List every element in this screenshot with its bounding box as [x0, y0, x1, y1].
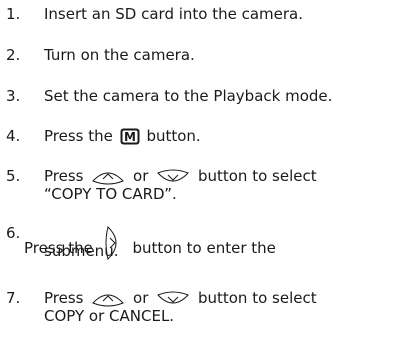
step-number: 2.: [6, 46, 21, 64]
step-number: 3.: [6, 87, 21, 105]
step-text-before: Press: [44, 167, 84, 185]
step-text: Set the camera to the Playback mode.: [44, 87, 333, 105]
m-button-icon: M: [120, 128, 140, 145]
step-text: Press the M button.: [44, 128, 201, 145]
step-text-after: button to select: [197, 289, 317, 307]
step-text-before: Press the: [44, 127, 113, 145]
step-text-before: Press: [44, 289, 84, 307]
or-text: or: [133, 167, 149, 185]
step-number: 6.: [6, 224, 21, 242]
step-text-line2: submenu.: [44, 242, 119, 260]
step-text: Press or button to select: [44, 168, 317, 185]
instruction-list: 1. Insert an SD card into the camera. 2.…: [0, 0, 395, 349]
or-text: or: [133, 289, 149, 307]
step-number: 7.: [6, 289, 21, 307]
step-text: Insert an SD card into the camera.: [44, 5, 304, 23]
up-button-icon: [91, 169, 125, 185]
step-text-after: button.: [146, 127, 201, 145]
down-button-icon: [156, 291, 190, 307]
step-text: Press or button to select: [44, 290, 317, 307]
step-number: 4.: [6, 127, 21, 145]
step-text-line2: COPY or CANCEL.: [44, 307, 175, 325]
down-button-icon: [156, 169, 190, 185]
step-number: 1.: [6, 5, 21, 23]
m-letter: M: [124, 130, 136, 144]
step-number: 5.: [6, 167, 21, 185]
step-text-after: button to enter the: [132, 239, 276, 257]
step-text-after: button to select: [197, 167, 317, 185]
step-text-line2: “COPY TO CARD”.: [44, 185, 177, 203]
step-text: Turn on the camera.: [44, 46, 195, 64]
up-button-icon: [91, 291, 125, 307]
